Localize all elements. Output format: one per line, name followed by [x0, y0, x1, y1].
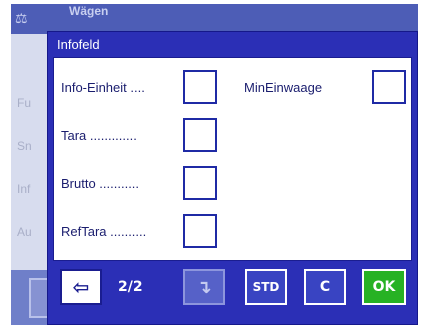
field-brutto: Brutto ........... — [61, 164, 217, 202]
background-titlebar: ⚖ Wägen — [11, 4, 418, 34]
background-row: Au — [17, 225, 32, 239]
next-page-button[interactable]: ↴ — [183, 269, 225, 305]
field-info-einheit: Info-Einheit .... — [61, 68, 217, 106]
field-mineinwaage: MinEinwaage — [244, 68, 406, 106]
dialog-body: Info-Einheit .... Tara ............. Bru… — [53, 57, 412, 261]
dialog-title: Infofeld — [57, 37, 100, 52]
background-row: Fu — [17, 96, 32, 110]
scale-icon: ⚖ — [15, 10, 28, 26]
std-button[interactable]: STD — [245, 269, 287, 305]
arrow-right-down-icon: ↴ — [196, 276, 212, 298]
mineinwaage-checkbox[interactable] — [372, 70, 406, 104]
field-reftara: RefTara .......... — [61, 212, 217, 250]
reftara-checkbox[interactable] — [183, 214, 217, 248]
field-label: Tara ............. — [61, 127, 137, 143]
page-indicator: 2/2 — [118, 279, 143, 295]
field-label: RefTara .......... — [61, 223, 147, 239]
brutto-checkbox[interactable] — [183, 166, 217, 200]
background-row: Sn — [17, 139, 32, 153]
info-einheit-checkbox[interactable] — [183, 70, 217, 104]
cancel-button[interactable]: C — [304, 269, 346, 305]
background-title: Wägen — [69, 4, 109, 18]
background-row: Inf — [17, 182, 31, 196]
arrow-left-icon: ⇦ — [72, 275, 90, 299]
tara-checkbox[interactable] — [183, 118, 217, 152]
previous-page-button[interactable]: ⇦ — [60, 269, 102, 305]
field-label: Info-Einheit .... — [61, 79, 145, 95]
field-label: Brutto ........... — [61, 175, 140, 191]
field-label: MinEinwaage — [244, 79, 323, 95]
infofeld-dialog: Infofeld Info-Einheit .... Tara ........… — [47, 31, 418, 325]
ok-button[interactable]: OK — [362, 269, 406, 305]
field-tara: Tara ............. — [61, 116, 217, 154]
